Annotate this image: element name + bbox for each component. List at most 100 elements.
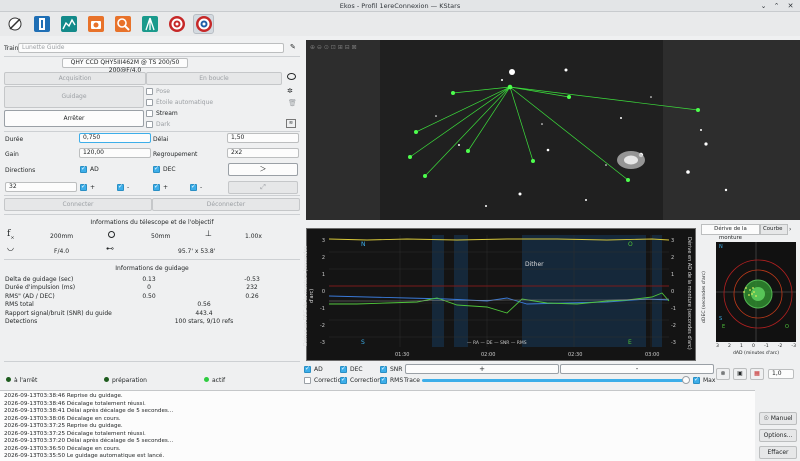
options-button[interactable]: Options... bbox=[759, 429, 797, 442]
east-label: E bbox=[628, 339, 632, 346]
dec-plus-checkbox[interactable] bbox=[153, 183, 160, 191]
calendar-icon[interactable]: ▦ bbox=[750, 368, 764, 380]
ra-minus-checkbox[interactable] bbox=[117, 183, 124, 191]
pose-checkbox[interactable] bbox=[146, 88, 153, 95]
x-tick-1: 01:30 bbox=[395, 352, 410, 358]
delay-input[interactable]: 1,50 bbox=[227, 133, 299, 143]
stop-button[interactable]: Arrêter bbox=[4, 110, 144, 127]
preview-eye-icon[interactable] bbox=[287, 73, 296, 80]
align-icon[interactable] bbox=[112, 14, 133, 34]
stream-checkbox[interactable] bbox=[146, 110, 153, 117]
trace-slider-handle[interactable] bbox=[682, 376, 690, 384]
log-line: 2026-09-13T03:37:20 Délai après décalage… bbox=[4, 438, 174, 444]
dec-correction-checkbox[interactable] bbox=[340, 376, 347, 384]
fov-icon: ⊷ bbox=[106, 244, 114, 253]
max-checkbox[interactable] bbox=[693, 376, 700, 384]
ra-correction-checkbox[interactable] bbox=[304, 377, 311, 384]
auto-star-checkbox[interactable] bbox=[146, 99, 153, 106]
swap-direction-button[interactable]: ＞ bbox=[228, 163, 298, 176]
trace-label: Trace bbox=[404, 377, 420, 384]
gain-input[interactable]: 120,00 bbox=[79, 148, 151, 158]
ccd-icon[interactable] bbox=[31, 14, 52, 34]
train-label: Train bbox=[4, 45, 19, 52]
dec-direction-checkbox[interactable] bbox=[153, 165, 160, 173]
dec-label: DEC bbox=[163, 166, 176, 173]
acquisition-button[interactable]: Acquisition bbox=[4, 72, 146, 85]
legend-snr: SNR bbox=[500, 341, 510, 346]
rms-checkbox[interactable] bbox=[380, 376, 387, 384]
close-icon[interactable]: ✕ bbox=[786, 2, 795, 10]
scale-value: 1.00x bbox=[245, 233, 262, 240]
tab-curve[interactable]: Courbe bbox=[760, 224, 788, 235]
north-label: N bbox=[361, 241, 366, 248]
auto-star-label: Étoile automatique bbox=[156, 99, 214, 106]
y-tick: 3 bbox=[671, 238, 675, 244]
dec-plus-label: + bbox=[163, 184, 169, 191]
binning-select[interactable]: 2x2 bbox=[227, 148, 299, 158]
max-label: Max bbox=[703, 377, 716, 384]
star-select-icon[interactable]: ✲ bbox=[287, 87, 293, 95]
minimize-icon[interactable]: ⌄ bbox=[759, 2, 768, 10]
ra-axis-label: Dérive en AD de la monture (secondes d'a… bbox=[686, 236, 692, 350]
disconnect-button[interactable]: Déconnecter bbox=[152, 198, 300, 211]
scatter-south: S bbox=[719, 316, 723, 322]
y-tick: 3 bbox=[321, 238, 325, 244]
trash-icon[interactable]: 🗑 bbox=[288, 99, 297, 107]
guide-info-label: Rapport signal/bruit (SNR) du guide bbox=[5, 309, 112, 317]
connect-button[interactable]: Connecter bbox=[4, 198, 152, 211]
trace-slider[interactable] bbox=[422, 379, 688, 382]
ra-graph-checkbox[interactable] bbox=[304, 365, 311, 373]
drift-graph[interactable]: Dérive en DEC de la monture (secondes d'… bbox=[303, 228, 696, 361]
zoom-spinbox[interactable]: 1,0 bbox=[768, 369, 794, 379]
focus-icon[interactable] bbox=[58, 14, 79, 34]
scatter-east: E bbox=[722, 324, 726, 330]
binning-label: Regroupement bbox=[153, 151, 198, 158]
guide-info-ra: 0.50 bbox=[142, 292, 156, 300]
guide-info-value: 0.56 bbox=[197, 301, 211, 309]
clear-graph-icon[interactable]: ⊗ bbox=[716, 368, 730, 380]
manual-button[interactable]: ☉ Manuel bbox=[759, 412, 797, 425]
scatter-tick: -1 bbox=[764, 344, 769, 349]
x-tick-2: 02:00 bbox=[481, 352, 496, 358]
calibrate-button[interactable]: ⤢ bbox=[228, 181, 298, 194]
tab-drift[interactable]: Dérive de la monture bbox=[701, 224, 760, 241]
dark-checkbox[interactable] bbox=[146, 121, 153, 128]
stopped-led-icon bbox=[6, 377, 11, 382]
maximize-icon[interactable]: ⌃ bbox=[772, 2, 781, 10]
y-tick: 0 bbox=[321, 289, 325, 295]
active-label: actif bbox=[212, 377, 226, 384]
guide-icon[interactable] bbox=[139, 14, 160, 34]
dark-settings-icon[interactable]: ≋ bbox=[286, 119, 296, 128]
fov-value: 95.7' x 53.8' bbox=[178, 248, 216, 255]
setup-icon[interactable] bbox=[4, 14, 25, 34]
save-graph-icon[interactable]: ▣ bbox=[733, 368, 747, 380]
scatter-ylabel: dDEC (secondes d'arc) bbox=[702, 271, 707, 323]
observatory-icon[interactable] bbox=[166, 14, 187, 34]
dec-minus-checkbox[interactable] bbox=[190, 183, 197, 191]
duration-input[interactable]: 0,750 bbox=[79, 133, 151, 143]
box-size-select[interactable]: 32 bbox=[5, 182, 77, 192]
clear-log-button[interactable]: Effacer bbox=[759, 446, 797, 459]
target-icon[interactable] bbox=[193, 14, 214, 34]
mount-icon[interactable] bbox=[85, 14, 106, 34]
ra-plus-checkbox[interactable] bbox=[80, 183, 87, 191]
y-tick: 1 bbox=[321, 272, 325, 278]
camera-name: QHY CCD QHY5III462M @ TS 200/50 200@F/4.… bbox=[62, 58, 188, 74]
train-select[interactable]: Lunette Guide bbox=[18, 43, 284, 53]
y-tick: -2 bbox=[671, 323, 676, 329]
loop-button[interactable]: En boucle bbox=[146, 72, 282, 85]
guide-camera-view[interactable]: ⊕ ⊖ ⊙ ⊡ ⊞ ⊟ ⊠ bbox=[306, 40, 800, 220]
log-line: 2026-09-13T03:38:46 Reprise du guidage. bbox=[4, 393, 123, 399]
edit-icon[interactable]: ✎ bbox=[290, 43, 296, 51]
dec-graph-checkbox[interactable] bbox=[340, 365, 347, 373]
guide-info-ra: 0.13 bbox=[142, 276, 156, 283]
legend-rms: RMS bbox=[516, 341, 527, 346]
zoom-out-graph-button[interactable]: - bbox=[560, 364, 714, 374]
snr-graph-checkbox[interactable] bbox=[380, 365, 387, 373]
log-line: 2026-09-13T03:37:25 Décalage totalement … bbox=[4, 430, 146, 437]
guide-button[interactable]: Guidage bbox=[4, 86, 144, 108]
tab-scroll-icon[interactable]: › bbox=[789, 226, 791, 233]
ra-direction-checkbox[interactable] bbox=[80, 165, 87, 173]
guide-info-dec: 232 bbox=[246, 284, 258, 292]
zoom-in-graph-button[interactable]: + bbox=[405, 364, 559, 374]
